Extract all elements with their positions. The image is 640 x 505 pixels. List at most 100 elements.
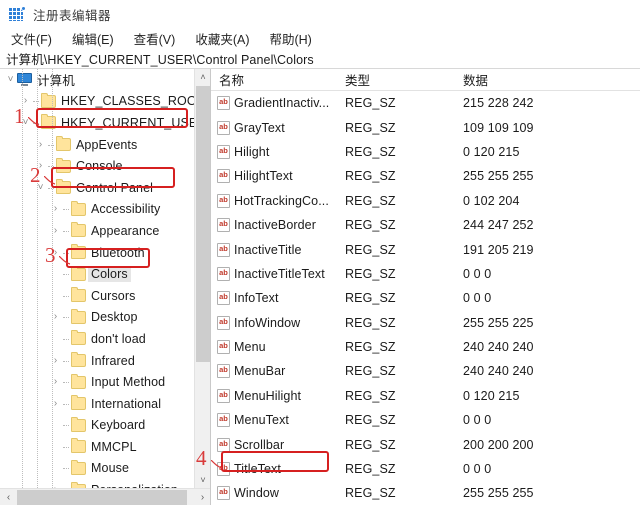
- value-type: REG_SZ: [345, 388, 396, 403]
- tree-item-colors[interactable]: Colors: [0, 263, 194, 285]
- tree-item-appevents[interactable]: › AppEvents: [0, 134, 194, 156]
- tree-item-desktop[interactable]: › Desktop: [0, 307, 194, 329]
- folder-icon: [56, 179, 71, 195]
- chevron-right-icon[interactable]: ›: [49, 377, 62, 387]
- chevron-right-icon[interactable]: ›: [19, 96, 32, 106]
- chevron-right-icon[interactable]: ›: [34, 161, 47, 171]
- table-row[interactable]: ab InfoWindow REG_SZ 255 255 225: [211, 311, 640, 335]
- column-header-type[interactable]: 类型: [337, 70, 455, 89]
- tree-item-mouse[interactable]: Mouse: [0, 458, 194, 480]
- value-type: REG_SZ: [345, 315, 396, 330]
- table-row[interactable]: ab Scrollbar REG_SZ 200 200 200: [211, 432, 640, 456]
- tree-connector: [62, 328, 71, 350]
- tree-item-personalization[interactable]: ›Personalization: [0, 479, 194, 488]
- value-name-cell: ab HotTrackingCo...: [211, 193, 337, 208]
- table-row[interactable]: ab HotTrackingCo... REG_SZ 0 102 204: [211, 189, 640, 213]
- tree-item-don-t-load[interactable]: don't load: [0, 328, 194, 350]
- table-row[interactable]: ab TitleText REG_SZ 0 0 0: [211, 457, 640, 481]
- tree-guide-line: [52, 69, 53, 488]
- address-bar[interactable]: 计算机\HKEY_CURRENT_USER\Control Panel\Colo…: [0, 49, 640, 69]
- folder-icon: [41, 92, 56, 108]
- chevron-right-icon[interactable]: ›: [49, 204, 62, 214]
- string-value-icon: ab: [217, 437, 230, 452]
- table-row[interactable]: ab InfoText REG_SZ 0 0 0: [211, 286, 640, 310]
- value-name-cell: ab InfoText: [211, 291, 337, 306]
- menu-item-edit[interactable]: 编辑(E): [68, 28, 123, 49]
- menu-item-favorites[interactable]: 收藏夹(A): [191, 28, 258, 49]
- tree-scroll-right-button[interactable]: ›: [194, 489, 210, 505]
- menu-item-file[interactable]: 文件(F): [7, 28, 61, 49]
- tree-scroll-up-button[interactable]: ˄: [195, 69, 210, 85]
- tree-item-mmcpl[interactable]: MMCPL: [0, 436, 194, 458]
- value-data: 109 109 109: [463, 120, 534, 135]
- tree-item-keyboard[interactable]: Keyboard: [0, 415, 194, 437]
- chevron-right-icon[interactable]: ›: [49, 247, 62, 258]
- string-value-icon: ab: [217, 413, 230, 428]
- tree-horizontal-scroll-thumb[interactable]: [17, 490, 187, 505]
- table-row[interactable]: ab MenuText REG_SZ 0 0 0: [211, 408, 640, 432]
- chevron-down-icon[interactable]: ˅: [4, 74, 17, 85]
- tree-item-cursors[interactable]: Cursors: [0, 285, 194, 307]
- string-value-icon: ab: [217, 193, 230, 208]
- tree-item-console[interactable]: › Console: [0, 155, 194, 177]
- folder-icon: [71, 244, 86, 260]
- value-type: REG_SZ: [345, 340, 396, 355]
- registry-tree: ˅ 计算机 › HKEY_CLASSES_ROOT ˅ HKEY_CURRENT_USER…: [0, 69, 194, 488]
- tree-item-hkey-classes-root[interactable]: › HKEY_CLASSES_ROOT: [0, 91, 194, 113]
- tree-item-[interactable]: ˅ 计算机: [0, 69, 194, 91]
- chevron-right-icon[interactable]: ›: [49, 355, 62, 366]
- table-row[interactable]: ab InactiveTitleText REG_SZ 0 0 0: [211, 262, 640, 286]
- chevron-down-icon[interactable]: ˅: [19, 117, 32, 128]
- tree-vertical-scroll-thumb[interactable]: [196, 86, 210, 362]
- table-row[interactable]: ab Window REG_SZ 255 255 255: [211, 481, 640, 505]
- menu-bar: 文件(F) 编辑(E) 查看(V) 收藏夹(A) 帮助(H): [0, 28, 640, 49]
- tree-item-infrared[interactable]: › Infrared: [0, 350, 194, 372]
- tree-item-accessibility[interactable]: › Accessibility: [0, 199, 194, 221]
- tree-item-label: Mouse: [91, 461, 130, 476]
- table-row[interactable]: ab HilightText REG_SZ 255 255 255: [211, 164, 640, 188]
- tree-item-input-method[interactable]: › Input Method: [0, 371, 194, 393]
- value-name: HotTrackingCo...: [234, 193, 329, 208]
- table-row[interactable]: ab InactiveBorder REG_SZ 244 247 252: [211, 213, 640, 237]
- table-row[interactable]: ab MenuHilight REG_SZ 0 120 215: [211, 384, 640, 408]
- table-row[interactable]: ab GrayText REG_SZ 109 109 109: [211, 115, 640, 139]
- table-row[interactable]: ab GradientInactiv... REG_SZ 215 228 242: [211, 91, 640, 115]
- tree-item-appearance[interactable]: › Appearance: [0, 220, 194, 242]
- table-row[interactable]: ab Hilight REG_SZ 0 120 215: [211, 140, 640, 164]
- tree-item-hkey-current-user[interactable]: ˅ HKEY_CURRENT_USER: [0, 112, 194, 134]
- chevron-right-icon[interactable]: ›: [34, 139, 47, 150]
- value-type: REG_SZ: [345, 218, 396, 233]
- tree-scroll-left-button[interactable]: ‹: [0, 489, 17, 505]
- tree-connector: [62, 371, 71, 393]
- column-header-data[interactable]: 数据: [455, 70, 640, 89]
- tree-horizontal-scrollbar[interactable]: ‹ ›: [0, 488, 210, 505]
- tree-scroll-down-button[interactable]: ˅: [195, 472, 210, 488]
- value-name: Scrollbar: [234, 437, 285, 452]
- chevron-right-icon[interactable]: ›: [49, 312, 62, 322]
- tree-connector: [62, 393, 71, 415]
- menu-item-view[interactable]: 查看(V): [130, 28, 185, 49]
- value-data: 0 102 204: [463, 193, 520, 208]
- table-row[interactable]: ab InactiveTitle REG_SZ 191 205 219: [211, 237, 640, 261]
- chevron-down-icon[interactable]: ˅: [34, 182, 47, 193]
- tree-item-label: Input Method: [91, 375, 166, 390]
- value-name: MenuBar: [234, 364, 286, 379]
- tree-item-control-panel[interactable]: ˅ Control Panel: [0, 177, 194, 199]
- string-value-icon: ab: [217, 242, 230, 257]
- folder-icon: [71, 265, 86, 281]
- table-row[interactable]: ab Menu REG_SZ 240 240 240: [211, 335, 640, 359]
- folder-icon: [71, 222, 86, 238]
- column-header-name[interactable]: 名称: [211, 70, 337, 89]
- tree-item-bluetooth[interactable]: › Bluetooth: [0, 242, 194, 264]
- tree-vertical-scrollbar[interactable]: ˄ ˅: [194, 69, 210, 488]
- chevron-right-icon[interactable]: ›: [49, 398, 62, 409]
- value-name-cell: ab InactiveTitle: [211, 242, 337, 257]
- main-split: ˅ 计算机 › HKEY_CLASSES_ROOT ˅ HKEY_CURRENT_USER…: [0, 69, 640, 505]
- folder-icon: [71, 395, 86, 411]
- tree-connector: [62, 220, 71, 242]
- tree-item-international[interactable]: › International: [0, 393, 194, 415]
- tree-connector: [62, 242, 71, 264]
- table-row[interactable]: ab MenuBar REG_SZ 240 240 240: [211, 359, 640, 383]
- menu-item-help[interactable]: 帮助(H): [265, 28, 320, 49]
- chevron-right-icon[interactable]: ›: [49, 225, 62, 236]
